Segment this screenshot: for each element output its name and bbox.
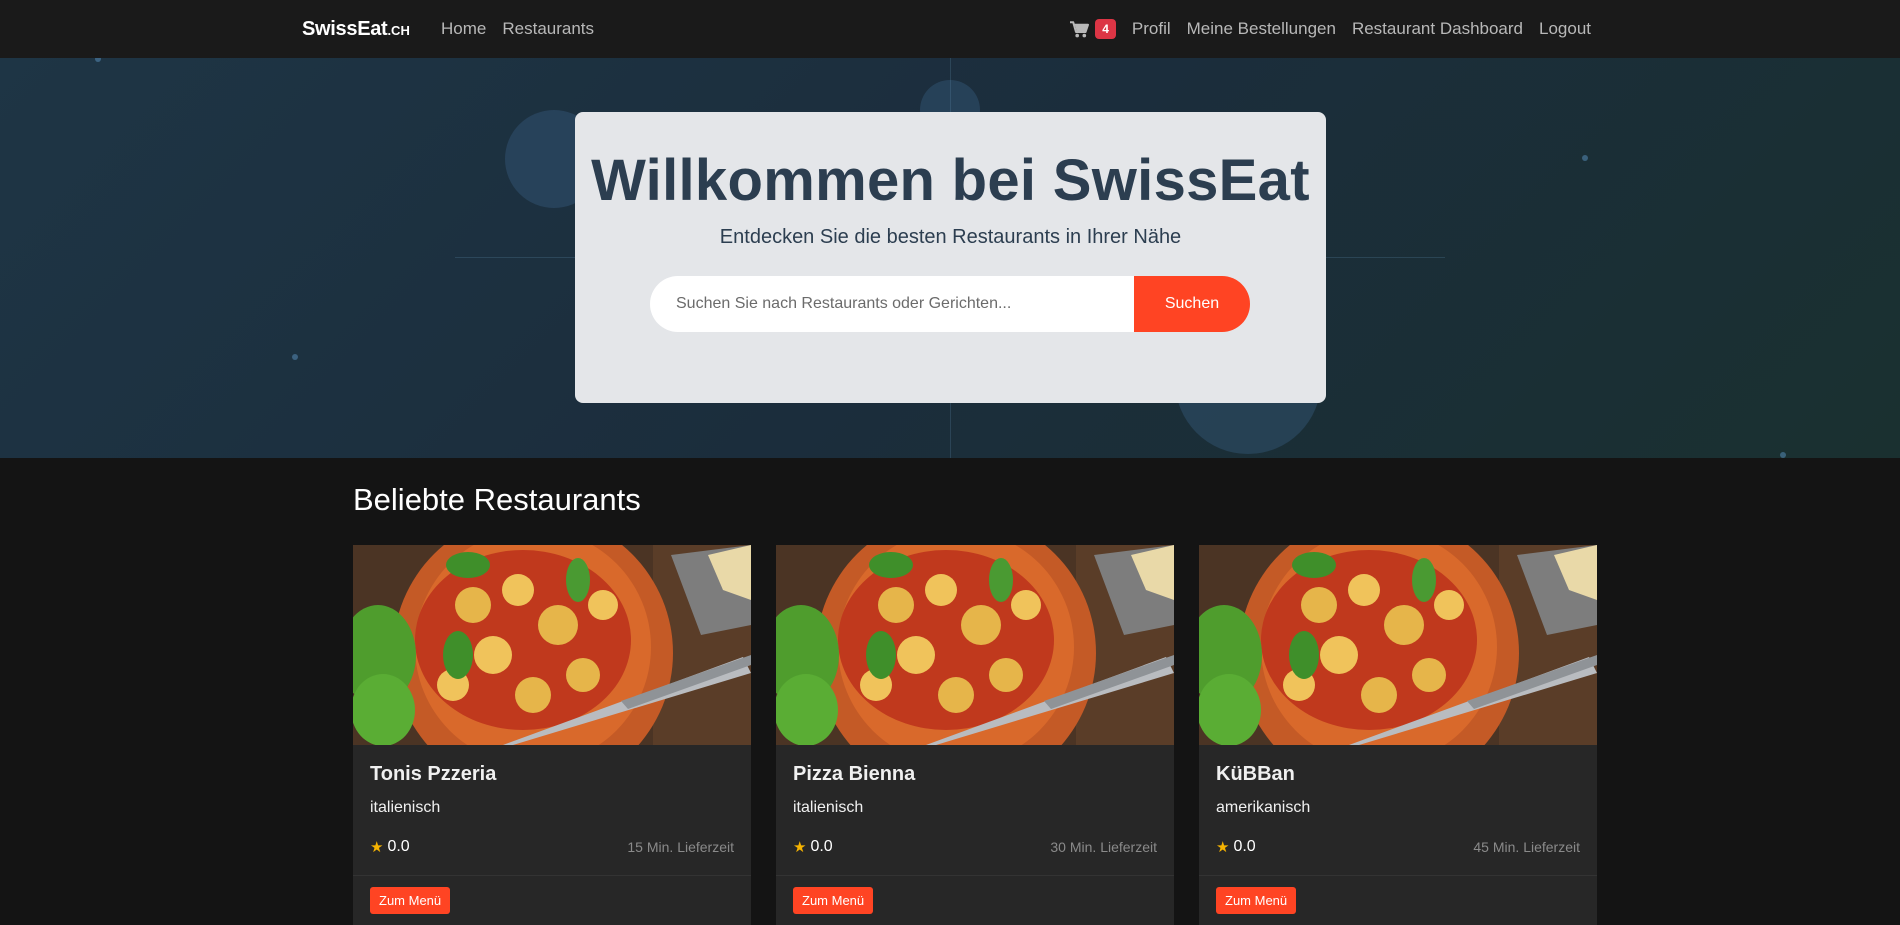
restaurant-image: [1199, 545, 1597, 745]
menu-button[interactable]: Zum Menü: [793, 887, 874, 914]
star-icon: ★: [793, 839, 807, 856]
nav-link-profil[interactable]: Profil: [1132, 19, 1171, 39]
search-button[interactable]: Suchen: [1134, 276, 1250, 332]
delivery-time: 30 Min. Lieferzeit: [1050, 839, 1157, 855]
restaurant-name: KüBBan: [1216, 763, 1295, 785]
delivery-time: 15 Min. Lieferzeit: [627, 839, 734, 855]
search-form: Suchen: [650, 276, 1250, 332]
card-body: Tonis Pzzeria italienisch ★ 0.0 15 Min. L…: [353, 745, 751, 925]
card-meta: ★ 0.0 45 Min. Lieferzeit: [1216, 838, 1580, 856]
card-meta: ★ 0.0 15 Min. Lieferzeit: [370, 838, 734, 856]
search-input[interactable]: [650, 276, 1134, 332]
card-body: Pizza Bienna italienisch ★ 0.0 30 Min. Li…: [776, 745, 1174, 925]
restaurant-image: [353, 545, 751, 745]
cart-count-badge: 4: [1095, 19, 1116, 39]
divider: [353, 875, 751, 876]
restaurant-cuisine: amerikanisch: [1216, 799, 1311, 816]
hero-decor-dot: [95, 58, 101, 62]
brand-name: SwissEat: [302, 18, 388, 40]
cart-link[interactable]: 4: [1070, 19, 1116, 39]
nav-link-home[interactable]: Home: [441, 19, 486, 39]
hero-decor-dot: [1780, 452, 1786, 458]
menu-button[interactable]: Zum Menü: [370, 887, 451, 914]
divider: [776, 875, 1174, 876]
hero-subtitle: Entdecken Sie die besten Restaurants in …: [719, 226, 1182, 248]
nav-left: Home Restaurants: [441, 19, 594, 39]
food-photo-illustration: [1199, 545, 1597, 745]
restaurant-card[interactable]: Pizza Bienna italienisch ★ 0.0 30 Min. Li…: [776, 545, 1174, 925]
delivery-time: 45 Min. Lieferzeit: [1473, 839, 1580, 855]
restaurant-name: Pizza Bienna: [793, 763, 916, 785]
hero-decor-dot: [292, 354, 298, 360]
divider: [1199, 875, 1597, 876]
restaurant-cuisine: italienisch: [370, 799, 441, 816]
restaurant-rating: ★ 0.0: [793, 838, 833, 856]
restaurant-card[interactable]: KüBBan amerikanisch ★ 0.0 45 Min. Lieferz…: [1199, 545, 1597, 925]
nav-link-restaurants[interactable]: Restaurants: [502, 19, 594, 39]
section-title: Beliebte Restaurants: [353, 482, 641, 517]
rating-value: 0.0: [1233, 838, 1256, 855]
hero-section: Willkommen bei SwissEat Entdecken Sie di…: [0, 58, 1900, 458]
shopping-cart-icon: [1070, 20, 1090, 38]
hero-card: Willkommen bei SwissEat Entdecken Sie di…: [575, 112, 1326, 403]
restaurant-name: Tonis Pzzeria: [370, 763, 497, 785]
brand-tld: .CH: [387, 23, 410, 38]
restaurant-rating: ★ 0.0: [370, 838, 410, 856]
restaurant-image: [776, 545, 1174, 745]
restaurant-card-list: Tonis Pzzeria italienisch ★ 0.0 15 Min. L…: [353, 545, 1597, 925]
star-icon: ★: [370, 839, 384, 856]
hero-decor-dot: [1582, 155, 1588, 161]
rating-value: 0.0: [387, 838, 410, 855]
brand-logo[interactable]: SwissEat.CH: [302, 18, 410, 41]
nav-link-dashboard[interactable]: Restaurant Dashboard: [1352, 19, 1523, 39]
navbar: SwissEat.CH Home Restaurants 4 Profil Me…: [0, 0, 1900, 58]
card-body: KüBBan amerikanisch ★ 0.0 45 Min. Lieferz…: [1199, 745, 1597, 925]
nav-link-bestellungen[interactable]: Meine Bestellungen: [1187, 19, 1336, 39]
menu-button[interactable]: Zum Menü: [1216, 887, 1297, 914]
rating-value: 0.0: [810, 838, 833, 855]
food-photo-illustration: [776, 545, 1174, 745]
hero-title: Willkommen bei SwissEat: [591, 148, 1310, 213]
nav-right: 4 Profil Meine Bestellungen Restaurant D…: [1070, 19, 1591, 39]
restaurant-card[interactable]: Tonis Pzzeria italienisch ★ 0.0 15 Min. L…: [353, 545, 751, 925]
restaurant-cuisine: italienisch: [793, 799, 864, 816]
food-photo-illustration: [353, 545, 751, 745]
restaurant-rating: ★ 0.0: [1216, 838, 1256, 856]
nav-link-logout[interactable]: Logout: [1539, 19, 1591, 39]
star-icon: ★: [1216, 839, 1230, 856]
card-meta: ★ 0.0 30 Min. Lieferzeit: [793, 838, 1157, 856]
